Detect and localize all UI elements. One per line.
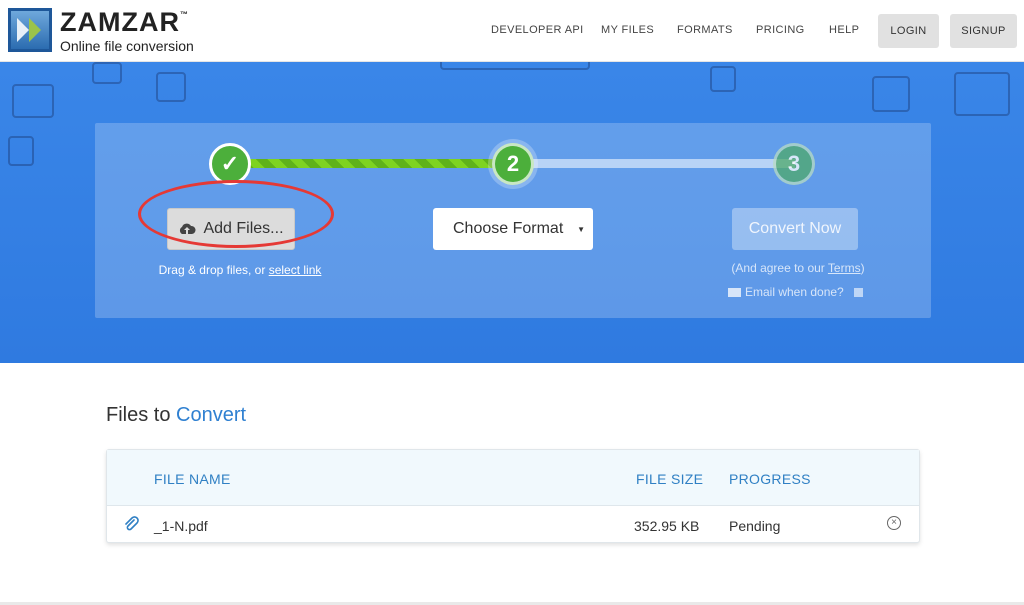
column-file-size: FILE SIZE [636,471,704,487]
document-deco-icon [710,66,736,92]
file-progress-cell: Pending [729,518,781,534]
keyboard-deco-icon [440,62,590,70]
brand-name[interactable]: ZAMZAR™ [60,7,189,38]
convert-now-button[interactable]: Convert Now [732,208,858,250]
select-link[interactable]: select link [269,263,322,277]
email-checkbox[interactable] [853,287,863,297]
table-header: FILE NAME FILE SIZE PROGRESS [107,450,919,506]
conversion-hero: ✓ 2 3 Add Files... Drag & drop files, or… [0,62,1024,363]
email-when-done-option: Email when done? [728,285,863,299]
photo-deco-icon [156,72,186,102]
nav-my-files[interactable]: MY FILES [601,24,654,36]
nav-pricing[interactable]: PRICING [756,24,805,36]
choose-format-select[interactable]: Choose Format ▼ [433,208,593,250]
progress-track-complete [231,159,513,168]
column-file-name: FILE NAME [154,471,231,487]
file-name-cell: _1-N.pdf [154,518,208,534]
login-button[interactable]: LOGIN [878,14,939,48]
files-section-title: Files to Convert [106,404,247,426]
image-deco-icon [92,62,122,84]
nav-help[interactable]: HELP [829,24,859,36]
files-deco-icon [872,76,910,112]
laptop-deco-icon [954,72,1010,116]
files-table: FILE NAME FILE SIZE PROGRESS _1-N.pdf 35… [106,449,920,543]
video-deco-icon [12,84,54,118]
top-header: ZAMZAR™ Online file conversion DEVELOPER… [0,0,1024,62]
dropdown-arrow-icon: ▼ [577,225,585,234]
highlight-circle-annotation [138,180,334,248]
progress-track-pending [513,159,795,168]
signup-button[interactable]: SIGNUP [950,14,1017,48]
brand-tagline: Online file conversion [60,38,194,54]
envelope-icon [728,287,741,297]
paperclip-icon [125,516,139,531]
nav-developer-api[interactable]: DEVELOPER API [491,24,584,36]
drag-drop-hint: Drag & drop files, or select link [158,263,322,277]
nav-formats[interactable]: FORMATS [677,24,733,36]
terms-notice: (And agree to our Terms) [731,261,865,275]
zamzar-logo-icon[interactable] [8,8,52,52]
step-3-indicator: 3 [773,143,815,185]
file-deco-icon [8,136,34,166]
format-select-label: Choose Format [453,220,564,237]
email-label: Email when done? [745,285,844,299]
step-1-complete-icon: ✓ [209,143,251,185]
column-progress: PROGRESS [729,471,811,487]
remove-file-icon[interactable]: × [887,516,901,530]
conversion-steps-panel: ✓ 2 3 Add Files... Drag & drop files, or… [95,123,931,318]
terms-link[interactable]: Terms [828,261,861,275]
file-size-cell: 352.95 KB [634,518,700,534]
step-2-indicator: 2 [492,143,534,185]
